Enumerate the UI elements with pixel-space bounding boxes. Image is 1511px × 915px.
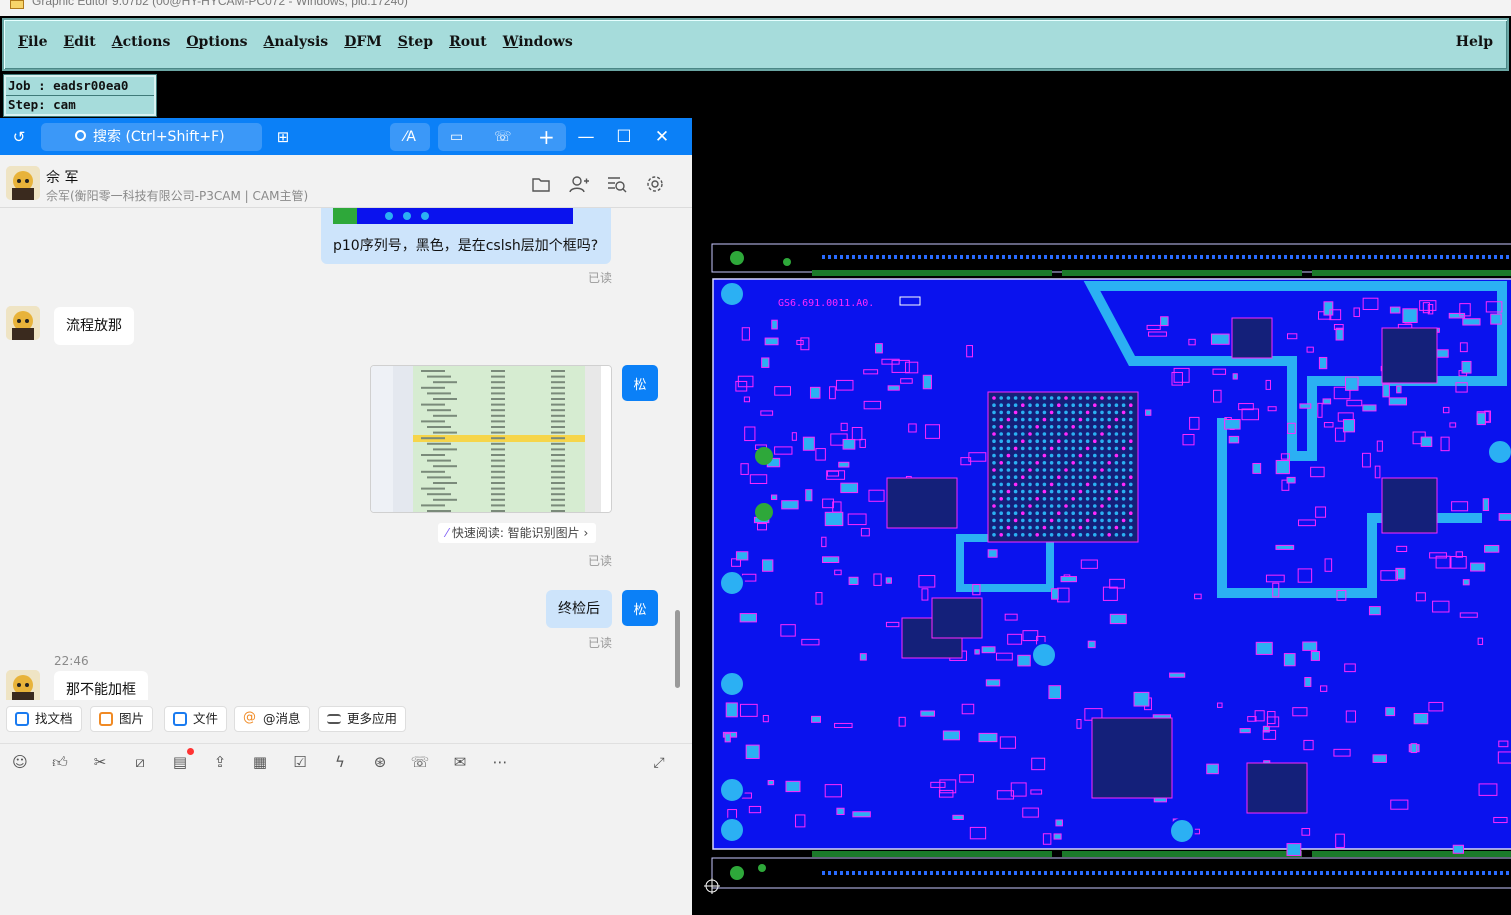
- screen-share-icon[interactable]: ▭: [450, 129, 463, 145]
- image-thumbnail[interactable]: [370, 365, 612, 513]
- divider: [0, 743, 692, 744]
- job-label: Job : eadsr00ea0: [8, 78, 129, 93]
- mail-icon[interactable]: ✉: [450, 752, 470, 772]
- window-title-bar: Graphic Editor 9.07b2 (00@HY-HYCAM-PC072…: [0, 0, 1511, 16]
- search-history-icon[interactable]: [607, 174, 627, 194]
- scissors-icon[interactable]: ✂: [90, 752, 110, 772]
- note-icon[interactable]: ▤: [170, 752, 190, 772]
- pcb-part-number: GS6.691.0011.A0.: [778, 298, 874, 309]
- chat-window: ↺ 搜索 (Ctrl+Shift+F) ⊞ ⁄A ▭ ☏ + — ☐ ✕ 佘 军…: [0, 118, 692, 915]
- lightning-icon[interactable]: ϟ: [330, 752, 350, 772]
- close-button[interactable]: ✕: [649, 124, 675, 150]
- more-apps-chip[interactable]: 更多应用: [318, 706, 407, 732]
- my-avatar[interactable]: 松: [622, 590, 658, 626]
- task-icon[interactable]: ☑: [290, 752, 310, 772]
- quick-actions: 找文档 图片 文件 @ @消息 更多应用: [0, 704, 692, 734]
- quick-read-button[interactable]: ⁄ 快速阅读: 智能识别图片 ›: [438, 523, 597, 543]
- app-icon: [10, 0, 24, 9]
- job-step-panel: Job : eadsr00ea0 Step: cam: [3, 74, 157, 117]
- contact-name: 佘 军: [46, 170, 79, 186]
- phone-icon[interactable]: ☏: [494, 129, 512, 145]
- message-bubble-mine[interactable]: 终检后: [546, 590, 612, 628]
- menu-analysis[interactable]: Analysis: [264, 34, 329, 50]
- read-status: 已读: [588, 554, 613, 568]
- menu-icon: [327, 714, 341, 724]
- file-chip[interactable]: 文件: [164, 706, 228, 732]
- maximize-button[interactable]: ☐: [611, 124, 637, 150]
- image-icon: [99, 712, 113, 726]
- mention-chip[interactable]: @ @消息: [234, 706, 310, 732]
- phone-icon[interactable]: ☏: [410, 752, 430, 772]
- menu-dfm[interactable]: DFM: [344, 34, 382, 50]
- folder-icon[interactable]: [531, 174, 551, 194]
- message-bubble-other[interactable]: 流程放那: [54, 307, 134, 345]
- avatar[interactable]: [6, 166, 40, 200]
- message-time: 22:46: [54, 654, 89, 668]
- read-status: 已读: [588, 636, 613, 650]
- settings-icon[interactable]: [645, 174, 665, 194]
- menu-options[interactable]: Options: [186, 34, 247, 50]
- menu-actions[interactable]: Actions: [112, 34, 171, 50]
- expand-icon[interactable]: ⤢: [650, 754, 668, 772]
- at-icon: @: [243, 710, 256, 725]
- contact-subtitle: 佘军(衡阳零一科技有限公司-P3CAM | CAM主管): [46, 189, 309, 203]
- slash-command-icon[interactable]: ⧄: [130, 752, 150, 772]
- menu-bar: File Edit Actions Options Analysis DFM S…: [2, 18, 1509, 71]
- add-icon[interactable]: +: [538, 125, 555, 149]
- menu-rout[interactable]: Rout: [449, 34, 487, 50]
- pcb-board-graphic: GS6.691.0011.A0.: [704, 243, 1511, 894]
- menu-help[interactable]: Help: [1456, 34, 1493, 50]
- find-doc-chip[interactable]: 找文档: [6, 706, 82, 732]
- menu-step[interactable]: Step: [398, 34, 433, 50]
- avatar[interactable]: [6, 306, 40, 340]
- menu-windows[interactable]: Windows: [503, 34, 573, 50]
- apps-grid-icon[interactable]: ⊞: [272, 126, 294, 148]
- search-icon: [41, 123, 86, 151]
- chat-header: 佘 军 佘军(衡阳零一科技有限公司-P3CAM | CAM主管): [0, 155, 692, 208]
- doc-icon: [15, 712, 29, 726]
- more-icon[interactable]: ⋯: [490, 752, 510, 772]
- input-toolbar: ☺ 👍︎ ✂ ⧄ ▤ ⇪ ▦ ☑ ϟ ⊛ ☏ ✉ ⋯: [0, 752, 692, 774]
- chat-title-bar: ↺ 搜索 (Ctrl+Shift+F) ⊞ ⁄A ▭ ☏ + — ☐ ✕: [0, 118, 692, 155]
- thumbs-up-icon[interactable]: 👍︎: [50, 752, 70, 772]
- notification-dot: [187, 748, 194, 755]
- avatar-image: [6, 166, 40, 200]
- read-status: 已读: [588, 271, 613, 285]
- menu-edit[interactable]: Edit: [64, 34, 96, 50]
- add-member-icon[interactable]: [569, 174, 589, 194]
- image-thumbnail[interactable]: [333, 208, 573, 224]
- message-bubble-mine[interactable]: p10序列号，黑色，是在cslsh层加个框吗?: [321, 208, 611, 264]
- emoji-icon[interactable]: ☺: [10, 752, 30, 772]
- message-scrollbar[interactable]: [675, 610, 680, 688]
- translate-button[interactable]: ⁄A: [390, 123, 430, 151]
- message-text: p10序列号，黑色，是在cslsh层加个框吗?: [333, 238, 599, 254]
- window-title: Graphic Editor 9.07b2 (00@HY-HYCAM-PC072…: [32, 0, 408, 8]
- link-icon[interactable]: ⊛: [370, 752, 390, 772]
- call-toolbar: ▭ ☏ +: [438, 123, 566, 151]
- upload-icon[interactable]: ⇪: [210, 752, 230, 772]
- folder-icon: [173, 712, 187, 726]
- menu-file[interactable]: File: [18, 34, 48, 50]
- avatar[interactable]: [6, 670, 40, 700]
- message-bubble-other[interactable]: 那不能加框: [54, 671, 148, 700]
- pcb-canvas[interactable]: GS6.691.0011.A0.: [692, 118, 1511, 915]
- image-chip[interactable]: 图片: [90, 706, 154, 732]
- my-avatar[interactable]: 松: [622, 365, 658, 401]
- history-icon[interactable]: ↺: [8, 126, 30, 148]
- message-list[interactable]: p10序列号，黑色，是在cslsh层加个框吗? 已读 流程放那 松 ⁄ 快速阅读…: [0, 208, 692, 700]
- step-label: Step: cam: [6, 95, 154, 113]
- calendar-icon[interactable]: ▦: [250, 752, 270, 772]
- minimize-button[interactable]: —: [573, 124, 599, 150]
